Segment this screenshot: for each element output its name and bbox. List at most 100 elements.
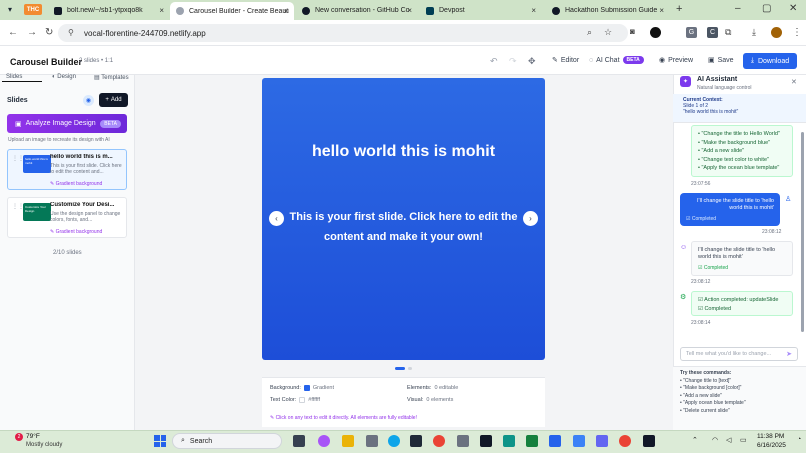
color-swatch[interactable]	[303, 385, 310, 391]
tab-bolt[interactable]: bolt.new/~/sb1-ytpxqo8k ×	[48, 3, 170, 18]
forward-icon[interactable]: →	[27, 27, 37, 38]
analyze-image-button[interactable]: ▣ Analyze Image Design BETA	[7, 114, 127, 133]
slide-title[interactable]: hello world this is mohit	[282, 141, 525, 163]
download-button[interactable]: ⤓ Download	[743, 53, 797, 69]
next-slide-button[interactable]: ›	[523, 211, 538, 226]
download-tray-icon[interactable]: ⤓	[752, 27, 756, 38]
close-icon[interactable]: ×	[283, 7, 288, 16]
save-button[interactable]: ▣ Save	[708, 56, 734, 65]
window-close-icon[interactable]: ✕	[789, 3, 797, 14]
thc-tab-badge[interactable]: THC	[24, 4, 42, 15]
back-icon[interactable]: ←	[8, 27, 18, 38]
ai-chat-label: AI Chat	[596, 56, 620, 64]
slide-body[interactable]: This is your first slide. Click here to …	[282, 208, 525, 247]
copilot-icon[interactable]	[318, 435, 330, 447]
move-icon[interactable]: ✥	[528, 56, 536, 67]
extension-dark-icon[interactable]	[650, 27, 661, 38]
extension-c-icon[interactable]: C	[707, 27, 718, 38]
task-view-icon[interactable]	[293, 435, 305, 447]
app-icon[interactable]	[503, 435, 515, 447]
bookmark-star-icon[interactable]: ☆	[604, 27, 612, 38]
vscode-icon[interactable]	[573, 435, 585, 447]
slide-thumbnail: Customize Your Design	[23, 203, 51, 221]
undo-icon[interactable]: ↶	[490, 56, 498, 67]
weather-temp[interactable]: 79°F	[26, 433, 40, 440]
taskbar	[0, 430, 806, 453]
tab-templates[interactable]: ▤ Templates	[94, 74, 129, 81]
beta-badge: BETA	[100, 119, 121, 128]
teams-icon[interactable]	[596, 435, 608, 447]
file-explorer-icon[interactable]	[342, 435, 354, 447]
terminal-icon[interactable]	[480, 435, 492, 447]
extensions-puzzle-icon[interactable]: ⧉	[725, 27, 731, 38]
slide-card-1[interactable]: ⋮⋮ hello world this is mohit hello world…	[7, 149, 127, 190]
weather-desc[interactable]: Mostly cloudy	[26, 442, 62, 448]
add-slide-button[interactable]: + Add	[99, 93, 128, 107]
address-bar[interactable]: ⚲ vocal-florentine-244709.netlify.app	[58, 24, 628, 42]
analyze-label: Analyze Image Design	[25, 120, 96, 127]
url-text: vocal-florentine-244709.netlify.app	[84, 28, 206, 38]
app-icon[interactable]	[366, 435, 378, 447]
tab-hackathon-guide[interactable]: Hackathon Submission Guide ×	[546, 3, 670, 18]
reload-icon[interactable]: ↻	[45, 27, 53, 38]
camera-icon[interactable]: ◙	[630, 27, 635, 36]
editor-button[interactable]: ✎ Editor	[552, 56, 579, 65]
slide-dot[interactable]	[408, 367, 412, 370]
camera-app-icon[interactable]	[457, 435, 469, 447]
github-favicon-icon	[552, 6, 560, 15]
tab-carousel-builder[interactable]: Carousel Builder - Create Beautif ×	[170, 2, 294, 20]
tab-slides[interactable]: Slides	[6, 74, 22, 80]
app-icon[interactable]	[526, 435, 538, 447]
profile-avatar[interactable]	[771, 27, 782, 38]
minimize-icon[interactable]: –	[735, 3, 741, 14]
wifi-icon[interactable]: ◠	[712, 436, 718, 444]
edge-icon[interactable]	[388, 435, 400, 447]
slide-preview[interactable]: hello world this is mohit This is your f…	[262, 78, 545, 360]
tray-chevron-icon[interactable]: ⌃	[692, 436, 698, 444]
tab-devpost[interactable]: Devpost ×	[420, 3, 542, 18]
github-favicon-icon	[302, 6, 310, 15]
extension-g-icon[interactable]: G	[686, 27, 697, 38]
slide-card-2[interactable]: ⋮⋮ Customize Your Design Customize Your …	[7, 197, 127, 238]
tab-actions-icon[interactable]: ▾	[8, 5, 12, 14]
store-icon[interactable]	[410, 435, 422, 447]
zoom-icon[interactable]: ⌕	[587, 27, 592, 38]
chrome-icon[interactable]	[619, 435, 631, 447]
prev-slide-button[interactable]: ‹	[269, 211, 284, 226]
slide-dot-active[interactable]	[395, 367, 405, 370]
new-tab-button[interactable]: +	[676, 3, 682, 15]
close-icon[interactable]: ×	[531, 6, 536, 15]
volume-icon[interactable]: ◁	[726, 436, 731, 444]
commands-message: • "Change the title to Hello World" • "M…	[691, 125, 793, 177]
browser-menu-icon[interactable]: ⋮	[792, 27, 802, 38]
ai-chat-button[interactable]: ◌ AI Chat BETA	[589, 56, 644, 64]
send-icon[interactable]: ➤	[786, 350, 792, 358]
maximize-icon[interactable]: ▢	[762, 3, 771, 14]
app-icon[interactable]	[643, 435, 655, 447]
sparkle-icon: ✦	[680, 76, 691, 87]
app-icon[interactable]	[549, 435, 561, 447]
close-icon[interactable]: ×	[407, 6, 412, 15]
site-info-icon[interactable]: ⚲	[68, 28, 74, 37]
close-icon[interactable]: ×	[159, 6, 164, 15]
close-icon[interactable]: ×	[659, 6, 664, 15]
windows-start-icon[interactable]	[154, 435, 166, 447]
tab-design[interactable]: ◐ Design	[52, 74, 76, 80]
close-icon[interactable]: ✕	[791, 78, 797, 86]
notifications-icon[interactable]: ◔	[797, 436, 801, 443]
clock-time[interactable]: 11:38 PM	[757, 433, 784, 440]
taskbar-search[interactable]: ⌕ Search	[172, 433, 282, 449]
redo-icon[interactable]: ↷	[509, 56, 517, 67]
ai-title: AI Assistant	[697, 76, 738, 83]
clock-date[interactable]: 6/16/2025	[757, 442, 786, 449]
battery-icon[interactable]: ▭	[740, 436, 747, 444]
tab-github[interactable]: New conversation - GitHub Co ×	[296, 3, 418, 18]
slide-count: 2/10 slides	[53, 250, 82, 256]
chrome-icon[interactable]	[433, 435, 445, 447]
color-swatch[interactable]	[299, 397, 306, 403]
eye-icon[interactable]: ◉	[83, 95, 94, 106]
chat-input[interactable]: Tell me what you'd like to change... ➤	[680, 347, 798, 361]
timestamp: 23:08:14	[691, 320, 711, 326]
chat-scrollbar[interactable]	[801, 132, 804, 332]
preview-button[interactable]: ◉ Preview	[659, 56, 693, 65]
